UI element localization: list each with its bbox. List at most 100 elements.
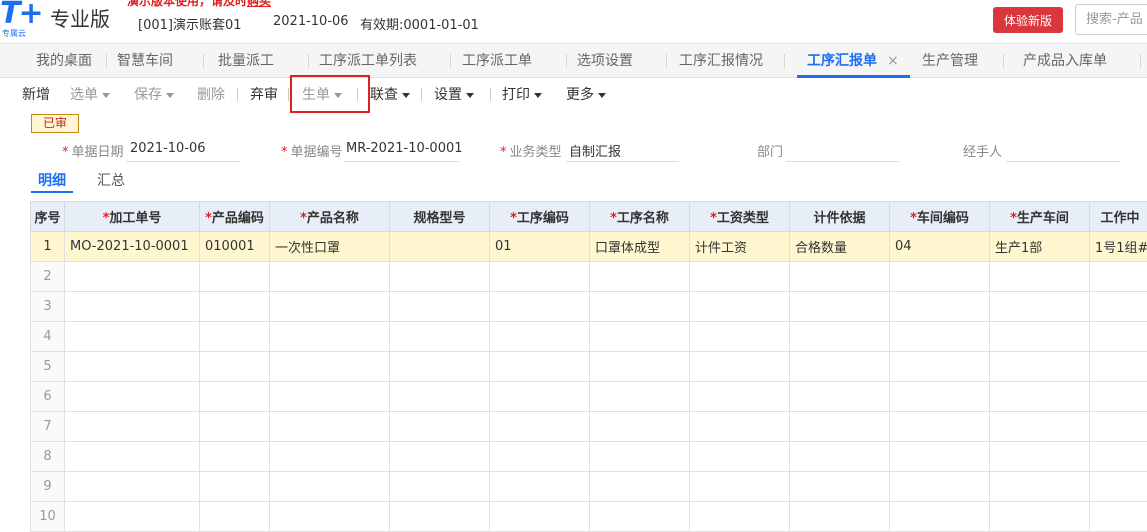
table-cell[interactable]: [790, 352, 890, 382]
table-cell[interactable]: [65, 442, 200, 472]
table-cell[interactable]: [65, 412, 200, 442]
table-cell[interactable]: [390, 352, 490, 382]
table-cell[interactable]: [690, 442, 790, 472]
table-cell[interactable]: [1090, 322, 1147, 352]
table-cell[interactable]: [690, 412, 790, 442]
more-button[interactable]: 更多: [566, 84, 606, 104]
table-cell[interactable]: [590, 262, 690, 292]
table-cell[interactable]: [200, 502, 270, 532]
table-cell[interactable]: 合格数量: [790, 232, 890, 262]
column-header[interactable]: 规格型号: [390, 202, 490, 232]
table-cell[interactable]: [690, 292, 790, 322]
column-header[interactable]: *工序名称: [590, 202, 690, 232]
tab-dispatch-order[interactable]: 工序派工单: [462, 44, 532, 78]
table-cell[interactable]: [690, 502, 790, 532]
table-row[interactable]: 3: [31, 292, 1147, 322]
table-cell[interactable]: [490, 412, 590, 442]
table-cell[interactable]: [200, 262, 270, 292]
table-cell[interactable]: 生产1部: [990, 232, 1090, 262]
column-header[interactable]: *产品名称: [270, 202, 390, 232]
table-cell[interactable]: [270, 472, 390, 502]
biz-type-field[interactable]: 自制汇报: [569, 141, 621, 160]
column-header[interactable]: 计件依据: [790, 202, 890, 232]
table-cell[interactable]: [390, 472, 490, 502]
table-cell[interactable]: [690, 382, 790, 412]
date-field[interactable]: 2021-10-06: [130, 141, 206, 156]
table-cell[interactable]: [990, 292, 1090, 322]
table-cell[interactable]: [990, 412, 1090, 442]
table-cell[interactable]: [65, 472, 200, 502]
table-cell[interactable]: [790, 322, 890, 352]
table-cell[interactable]: [490, 352, 590, 382]
column-header[interactable]: *加工单号: [65, 202, 200, 232]
table-cell[interactable]: [690, 472, 790, 502]
table-cell[interactable]: [1090, 262, 1147, 292]
link-query-button[interactable]: 联查: [370, 84, 410, 104]
table-row[interactable]: 10: [31, 502, 1147, 532]
table-cell[interactable]: [490, 502, 590, 532]
table-cell[interactable]: [590, 382, 690, 412]
table-cell[interactable]: [990, 472, 1090, 502]
tab-report-status[interactable]: 工序汇报情况: [679, 44, 763, 78]
table-cell[interactable]: [390, 502, 490, 532]
table-cell[interactable]: [200, 352, 270, 382]
table-cell[interactable]: [890, 412, 990, 442]
table-row[interactable]: 7: [31, 412, 1147, 442]
table-row[interactable]: 2: [31, 262, 1147, 292]
tab-dispatch-list[interactable]: 工序派工单列表: [319, 44, 417, 78]
table-cell[interactable]: [690, 352, 790, 382]
table-cell[interactable]: [270, 352, 390, 382]
settings-button[interactable]: 设置: [434, 84, 474, 104]
tab-detail[interactable]: 明细: [38, 170, 66, 190]
abandon-review-button[interactable]: 弃审: [250, 84, 278, 104]
table-cell[interactable]: [490, 262, 590, 292]
table-cell[interactable]: [790, 292, 890, 322]
table-cell[interactable]: [65, 502, 200, 532]
table-cell[interactable]: [990, 322, 1090, 352]
table-cell[interactable]: [390, 412, 490, 442]
table-cell[interactable]: [390, 262, 490, 292]
tab-option-settings[interactable]: 选项设置: [577, 44, 633, 78]
table-cell[interactable]: [590, 472, 690, 502]
table-cell[interactable]: [790, 472, 890, 502]
table-cell[interactable]: [990, 502, 1090, 532]
number-field[interactable]: MR-2021-10-0001: [346, 141, 463, 156]
new-button[interactable]: 新增: [22, 84, 50, 104]
close-icon[interactable]: ×: [887, 44, 899, 78]
table-cell[interactable]: [1090, 412, 1147, 442]
table-cell[interactable]: [270, 292, 390, 322]
table-cell[interactable]: [1090, 382, 1147, 412]
tab-finished-goods-receipt[interactable]: 产成品入库单: [1023, 44, 1107, 78]
table-cell[interactable]: [890, 352, 990, 382]
save-button[interactable]: 保存: [134, 84, 174, 104]
table-cell[interactable]: [65, 322, 200, 352]
table-cell[interactable]: [1090, 442, 1147, 472]
table-cell[interactable]: [270, 442, 390, 472]
tab-smart-workshop[interactable]: 智慧车间: [117, 44, 173, 78]
table-cell[interactable]: 计件工资: [690, 232, 790, 262]
table-cell[interactable]: [890, 322, 990, 352]
table-cell[interactable]: [590, 352, 690, 382]
handler-field[interactable]: [1006, 161, 1120, 162]
table-cell[interactable]: [790, 442, 890, 472]
table-cell[interactable]: [590, 322, 690, 352]
table-cell[interactable]: [490, 382, 590, 412]
table-cell[interactable]: [200, 382, 270, 412]
table-cell[interactable]: [65, 262, 200, 292]
table-cell[interactable]: [390, 292, 490, 322]
table-cell[interactable]: [200, 292, 270, 322]
tab-batch-dispatch[interactable]: 批量派工: [218, 44, 274, 78]
table-cell[interactable]: [890, 502, 990, 532]
table-cell[interactable]: [990, 262, 1090, 292]
delete-button[interactable]: 删除: [197, 84, 225, 104]
table-cell[interactable]: 04: [890, 232, 990, 262]
table-cell[interactable]: [890, 382, 990, 412]
table-cell[interactable]: [790, 502, 890, 532]
table-cell[interactable]: [890, 442, 990, 472]
trial-new-version-button[interactable]: 体验新版: [993, 7, 1063, 33]
table-row[interactable]: 4: [31, 322, 1147, 352]
table-row[interactable]: 8: [31, 442, 1147, 472]
column-header[interactable]: 工作中: [1090, 202, 1147, 232]
table-cell[interactable]: [65, 352, 200, 382]
table-cell[interactable]: [270, 412, 390, 442]
